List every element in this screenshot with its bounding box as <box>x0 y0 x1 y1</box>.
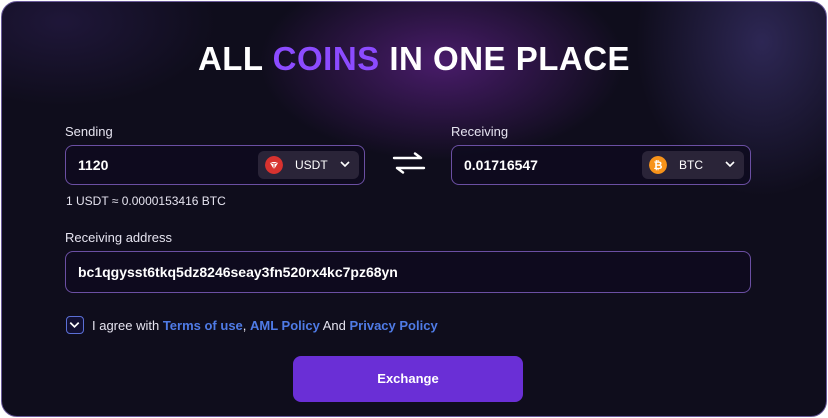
receiving-address-input[interactable]: bc1qgysst6tkq5dz8246seay3fn520rx4kc7pz68… <box>65 251 751 293</box>
address-label: Receiving address <box>65 230 172 245</box>
usdt-tron-icon <box>265 156 283 174</box>
agree-checkbox[interactable] <box>66 316 84 334</box>
receiving-label: Receiving <box>451 124 509 139</box>
page-title: ALL COINS IN ONE PLACE <box>197 40 631 77</box>
privacy-policy-link[interactable]: Privacy Policy <box>350 318 438 333</box>
svg-text:₿: ₿ <box>654 159 663 172</box>
agreement-text: I agree with Terms of use, AML Policy An… <box>92 318 438 333</box>
bitcoin-icon: ₿ <box>649 156 667 174</box>
exchange-card: ALL COINS IN ONE PLACE Sending 1120 USDT… <box>1 1 827 417</box>
sending-label: Sending <box>65 124 113 139</box>
receiving-address-value[interactable]: bc1qgysst6tkq5dz8246seay3fn520rx4kc7pz68… <box>78 264 398 280</box>
exchange-rate: 1 USDT ≈ 0.0000153416 BTC <box>66 194 226 208</box>
chevron-down-icon <box>725 161 735 168</box>
sending-amount-input[interactable]: 1120 <box>78 157 108 173</box>
chevron-down-icon <box>340 161 350 168</box>
sending-coin-select[interactable]: USDT <box>258 151 359 179</box>
receiving-coin-select[interactable]: ₿ BTC <box>642 151 744 179</box>
receiving-field[interactable]: 0.01716547 ₿ BTC <box>451 145 751 185</box>
aml-policy-link[interactable]: AML Policy <box>250 318 320 333</box>
receiving-coin-label: BTC <box>679 158 703 172</box>
checkmark-icon <box>69 322 80 329</box>
terms-of-use-link[interactable]: Terms of use <box>163 318 243 333</box>
sending-coin-label: USDT <box>295 158 328 172</box>
swap-icon[interactable] <box>392 152 426 174</box>
exchange-button[interactable]: Exchange <box>293 356 523 402</box>
receiving-amount: 0.01716547 <box>464 157 538 173</box>
sending-field[interactable]: 1120 USDT <box>65 145 365 185</box>
